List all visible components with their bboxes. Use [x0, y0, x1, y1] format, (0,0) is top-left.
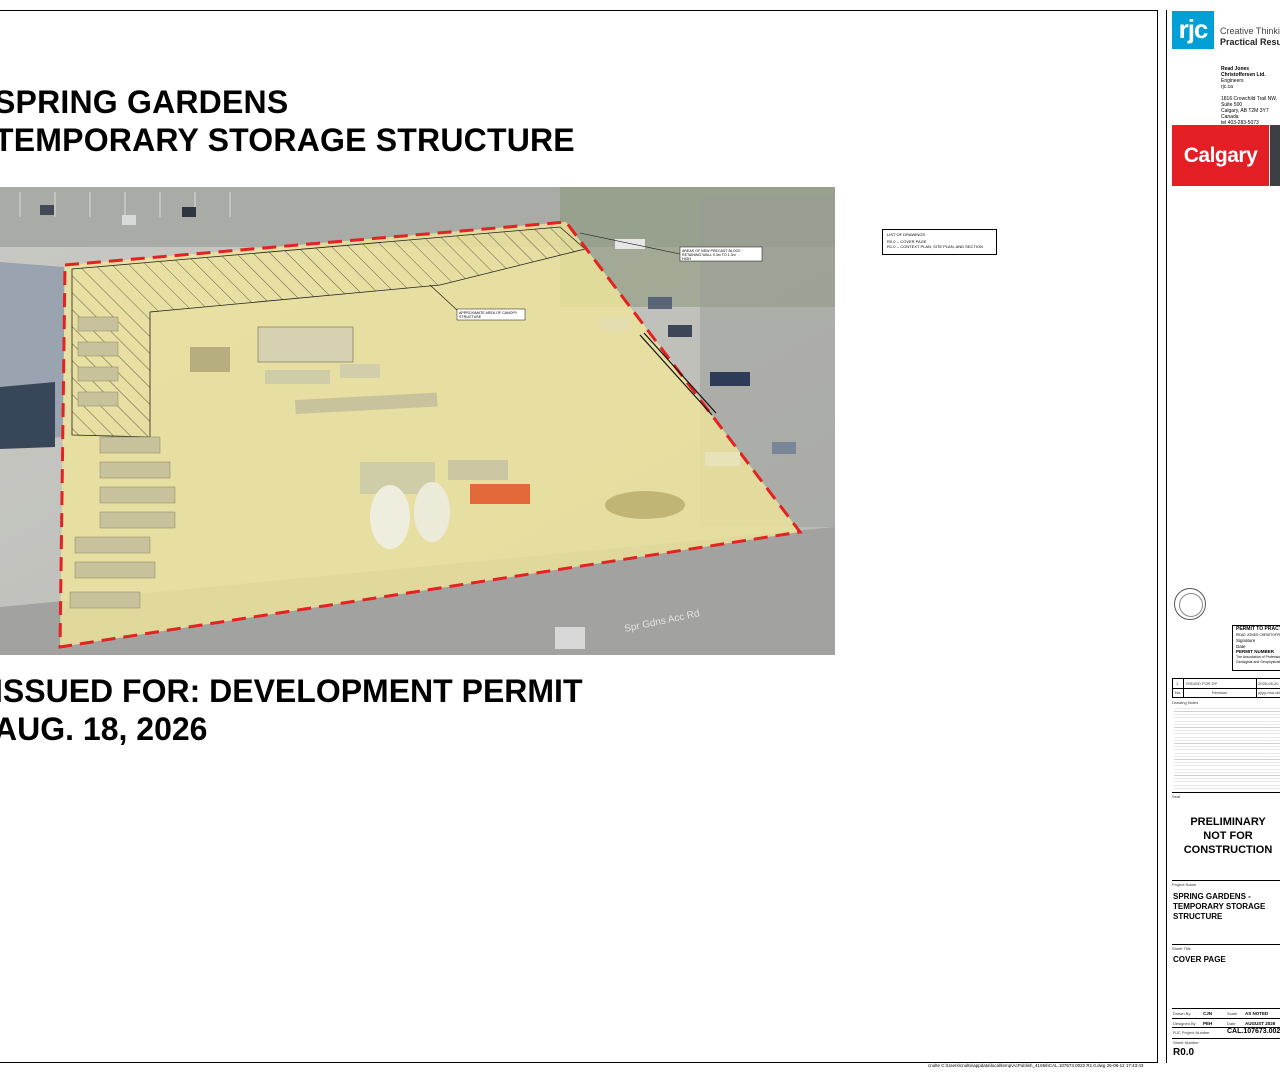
drawing-notes-body	[1174, 708, 1280, 790]
issued-date: AUG. 18, 2026	[0, 711, 208, 747]
rjc-logo: rjc	[1172, 11, 1214, 49]
client-logo-dark-block	[1270, 125, 1280, 186]
prelim-line-3: CONSTRUCTION	[1183, 844, 1273, 856]
logo-tagline-1: Creative Thinking	[1220, 26, 1280, 36]
drawn-by: CJN	[1203, 1011, 1213, 1016]
rev-1-date: 2026-08-20	[1258, 681, 1279, 686]
project-number: CAL.107673.0022	[1227, 1028, 1280, 1035]
drawing-list-item: R1.0 -- CONTEXT PLAN, SITE PLAN, AND SEC…	[887, 244, 983, 249]
aerial-site-photo: Spr Gdns Acc Rd AREAS OF NEW PRECAST BLO…	[0, 187, 835, 655]
permit-title: PERMIT TO PRACTICE	[1236, 626, 1280, 632]
date-label: Date	[1227, 1021, 1236, 1026]
rev-1-number: 1	[1176, 681, 1179, 686]
rev-1-description: ISSUED FOR DP	[1186, 681, 1218, 686]
project-title-line2: TEMPORARY STORAGE STRUCTURE	[0, 122, 575, 158]
seal-label: Seal	[1172, 794, 1181, 799]
engineer-seal	[1174, 588, 1206, 620]
drawing-list: LIST OF DRAWINGS R0.0 -- COVER PAGE R1.0…	[882, 229, 997, 255]
logo-tagline-2: Practical Results	[1220, 37, 1280, 47]
sheet-title: COVER PAGE	[1173, 955, 1226, 964]
sheet-number: R0.0	[1173, 1047, 1195, 1058]
file-path-footer: cnolte C:\Users\cnolte\appdata\local\tem…	[928, 1063, 1144, 1068]
scale: AS NOTED	[1245, 1011, 1269, 1016]
project-title-line1: SPRING GARDENS	[0, 84, 289, 120]
project-number-label: RJC Project Number	[1173, 1030, 1210, 1035]
scale-label: Scale	[1227, 1011, 1238, 1016]
rev-header-revision: Revision	[1212, 690, 1228, 695]
designed-by-label: Designed By	[1173, 1021, 1196, 1026]
frame-top	[0, 10, 1158, 11]
permit-assoc-2: Geologists and Geophysicists of Alberta	[1236, 660, 1280, 664]
calgary-logo: Calgary	[1172, 125, 1269, 186]
drawn-by-label: Drawn By	[1173, 1011, 1191, 1016]
preliminary-stamp: PRELIMINARY NOT FOR CONSTRUCTION	[1172, 815, 1280, 857]
firm-info: Read Jones Christoffersen Ltd. Engineers…	[1221, 66, 1280, 126]
permit-stamp: PERMIT TO PRACTICE READ JONES CHRISTOFFE…	[1232, 625, 1280, 671]
firm-address-2: Calgary, AB T2M 3Y7 Canada	[1221, 108, 1269, 120]
firm-address-1: 1816 Crowchild Trail NW, Suite 500	[1221, 96, 1278, 108]
designed-by: PEH	[1203, 1021, 1213, 1026]
frame-right	[1157, 10, 1158, 1063]
issued-for: ISSUED FOR: DEVELOPMENT PERMIT	[0, 673, 583, 709]
project-name: SPRING GARDENS - TEMPORARY STORAGE STRUC…	[1173, 892, 1266, 921]
sheet-title-label: Sheet Title	[1172, 946, 1191, 951]
rev-header-no: No.	[1175, 690, 1182, 695]
titleblock-divider	[1166, 10, 1167, 1063]
firm-name: Read Jones Christoffersen Ltd.	[1221, 66, 1266, 78]
drawing-notes-label: Drawing Notes	[1172, 700, 1199, 705]
prelim-line-2: NOT FOR	[1203, 830, 1253, 842]
prelim-line-1: PRELIMINARY	[1190, 816, 1266, 828]
permit-number: PERMIT NUMBER	[1236, 649, 1274, 654]
project-name-label: Project Name	[1172, 882, 1197, 887]
sheet-number-label: Sheet Number	[1173, 1040, 1199, 1045]
rev-header-date: yyyy-mm-dd	[1258, 690, 1280, 695]
issue-date: AUGUST 2026	[1245, 1021, 1276, 1026]
